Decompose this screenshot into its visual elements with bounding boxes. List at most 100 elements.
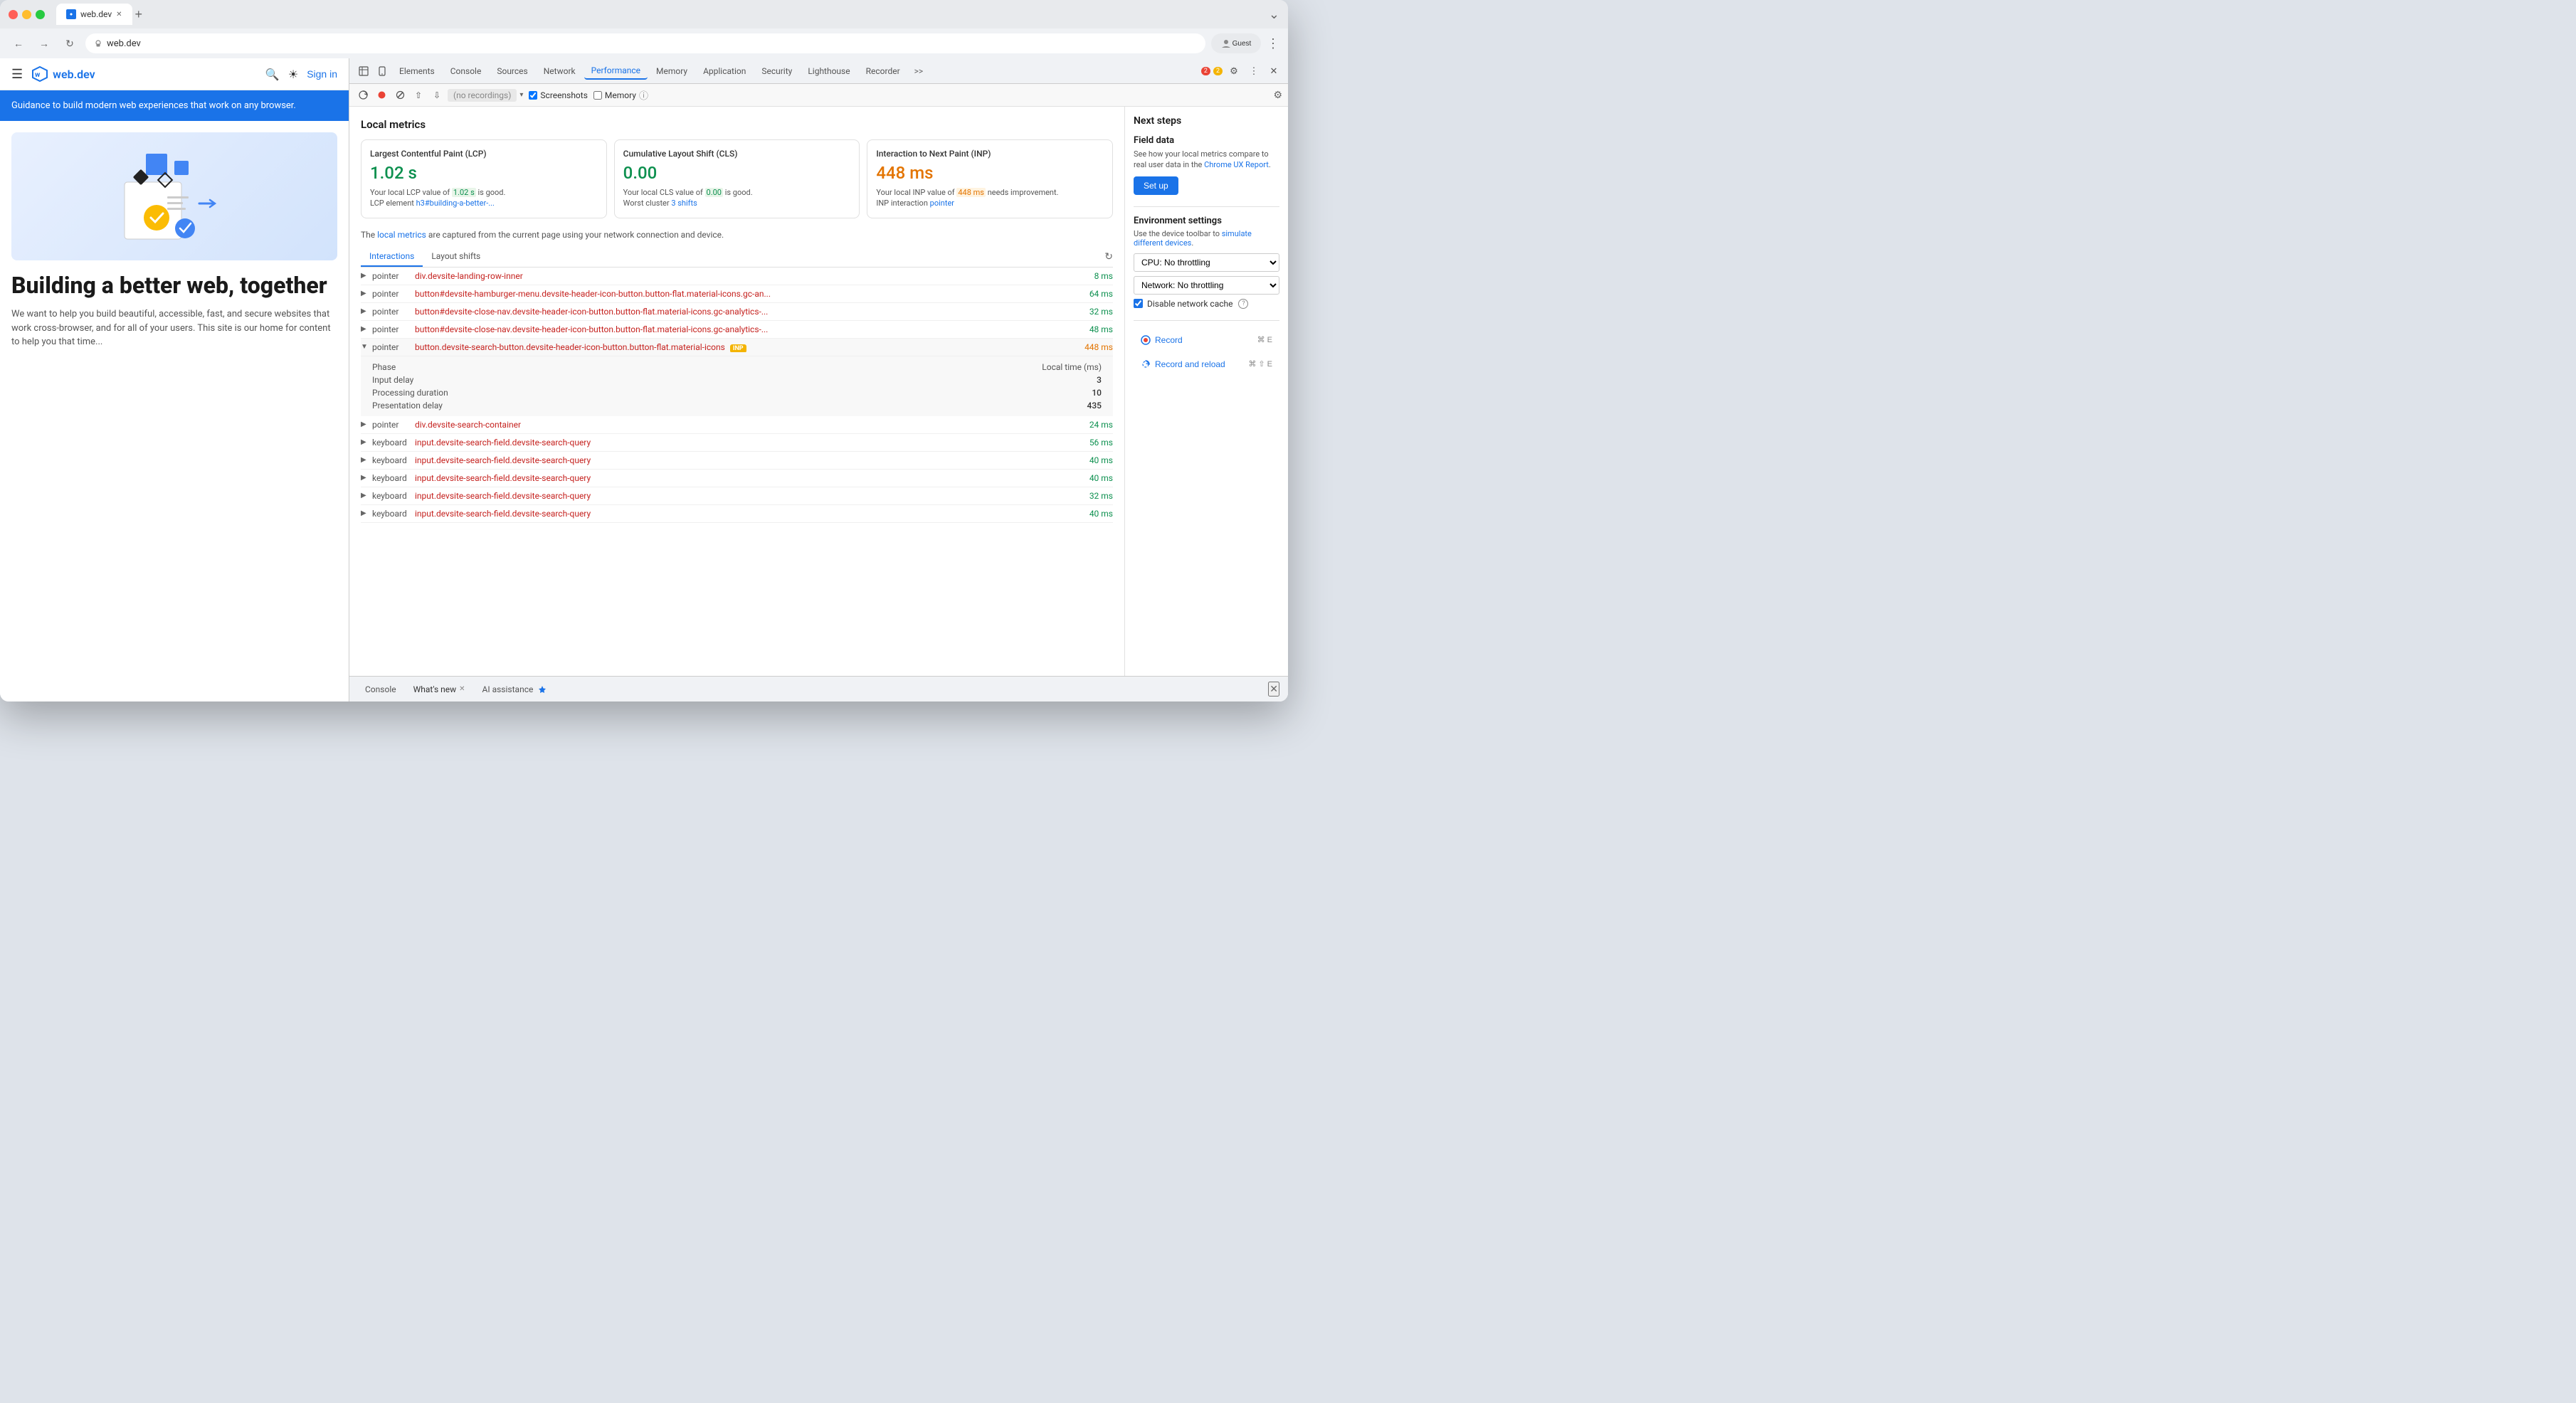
bottom-tab-console[interactable]: Console — [358, 682, 403, 697]
interaction-time-10: 32 ms — [1077, 491, 1113, 501]
webdev-logo-icon: w — [31, 65, 48, 83]
interaction-type-5: pointer — [372, 342, 415, 352]
stop-icon[interactable] — [392, 88, 408, 103]
browser-tab[interactable]: web.dev ✕ — [56, 4, 132, 25]
console-tab-label: Console — [365, 684, 396, 694]
disable-cache-checkbox[interactable] — [1134, 299, 1143, 308]
minimize-button[interactable] — [22, 10, 31, 19]
env-settings-section: Environment settings Use the device tool… — [1134, 216, 1279, 309]
dt-tab-network[interactable]: Network — [537, 63, 583, 79]
memory-checkbox[interactable] — [593, 91, 602, 100]
sign-in-button[interactable]: Sign in — [307, 68, 337, 80]
memory-info-icon[interactable]: ⓘ — [639, 88, 648, 102]
interaction-time-8: 40 ms — [1077, 455, 1113, 465]
theme-icon[interactable]: ☀ — [288, 68, 298, 81]
address-bar[interactable]: web.dev — [85, 33, 1205, 53]
site-banner: Guidance to build modern web experiences… — [0, 90, 349, 121]
close-bottom-bar-button[interactable]: ✕ — [1268, 682, 1279, 697]
inspect-element-icon[interactable] — [355, 63, 372, 80]
dt-tab-sources[interactable]: Sources — [490, 63, 534, 79]
close-button[interactable] — [9, 10, 18, 19]
refresh-interactions-icon[interactable]: ↻ — [1104, 251, 1113, 263]
tab-layout-shifts[interactable]: Layout shifts — [423, 247, 489, 267]
whats-new-tab-label: What's new — [413, 684, 457, 694]
more-tabs-icon[interactable]: >> — [909, 63, 929, 79]
dt-settings-icon[interactable]: ⚙ — [1225, 63, 1242, 80]
window-menu-button[interactable]: ⌄ — [1269, 7, 1279, 22]
lcp-name: Largest Contentful Paint (LCP) — [370, 149, 598, 159]
interaction-row-6[interactable]: ▶ pointer div.devsite-search-container 2… — [361, 416, 1113, 434]
dt-tab-lighthouse[interactable]: Lighthouse — [801, 63, 857, 79]
interaction-row-7[interactable]: ▶ keyboard input.devsite-search-field.de… — [361, 434, 1113, 452]
dt-tab-security[interactable]: Security — [754, 63, 799, 79]
search-icon[interactable]: 🔍 — [265, 68, 280, 81]
new-tab-button[interactable]: + — [135, 7, 143, 22]
disable-cache-help-icon[interactable]: ? — [1238, 299, 1248, 309]
record-reload-label: Record and reload — [1155, 359, 1225, 369]
interaction-row-4[interactable]: ▶ pointer button#devsite-close-nav.devsi… — [361, 321, 1113, 339]
bottom-tab-ai[interactable]: AI assistance — [475, 682, 554, 697]
interaction-time-9: 40 ms — [1077, 473, 1113, 483]
local-metrics-link[interactable]: local metrics — [377, 230, 426, 240]
chrome-ux-report-link[interactable]: Chrome UX Report — [1204, 160, 1269, 169]
expand-icon-7: ▶ — [361, 438, 372, 446]
record-icon[interactable] — [374, 88, 389, 103]
maximize-button[interactable] — [36, 10, 45, 19]
interaction-row-3[interactable]: ▶ pointer button#devsite-close-nav.devsi… — [361, 303, 1113, 321]
back-button[interactable]: ← — [9, 33, 28, 53]
dt-tab-console[interactable]: Console — [443, 63, 489, 79]
interaction-row-2[interactable]: ▶ pointer button#devsite-hamburger-menu.… — [361, 285, 1113, 303]
dt-tab-recorder[interactable]: Recorder — [859, 63, 907, 79]
interaction-row-8[interactable]: ▶ keyboard input.devsite-search-field.de… — [361, 452, 1113, 470]
interaction-row-11[interactable]: ▶ keyboard input.devsite-search-field.de… — [361, 505, 1113, 523]
dt-tab-elements[interactable]: Elements — [392, 63, 442, 79]
screenshots-checkbox[interactable] — [529, 91, 537, 100]
cpu-throttling-select[interactable]: CPU: No throttling 4x slowdown 6x slowdo… — [1134, 253, 1279, 272]
setup-button[interactable]: Set up — [1134, 176, 1178, 195]
dt-more-menu-icon[interactable]: ⋮ — [1245, 63, 1262, 80]
cls-shifts-link[interactable]: 3 shifts — [671, 198, 697, 208]
field-data-desc: See how your local metrics compare to re… — [1134, 149, 1279, 171]
bottom-tab-whats-new[interactable]: What's new ✕ — [406, 682, 473, 697]
interaction-selector-5: button.devsite-search-button.devsite-hea… — [415, 342, 1077, 352]
hamburger-icon[interactable]: ☰ — [11, 67, 23, 82]
forward-button[interactable]: → — [34, 33, 54, 53]
inp-badge: INP — [730, 344, 746, 352]
interaction-time-2: 64 ms — [1077, 289, 1113, 299]
record-reload-button[interactable]: Record and reload ⌘ ⇧ E — [1134, 354, 1279, 375]
tab-bar: web.dev ✕ + — [56, 4, 1263, 25]
interaction-row-10[interactable]: ▶ keyboard input.devsite-search-field.de… — [361, 487, 1113, 505]
browser-menu-button[interactable]: ⋮ — [1267, 36, 1279, 51]
profile-button[interactable]: Guest — [1211, 33, 1261, 53]
interaction-time-7: 56 ms — [1077, 438, 1113, 448]
interaction-row-5[interactable]: ▼ pointer button.devsite-search-button.d… — [361, 339, 1113, 356]
dt-tab-application[interactable]: Application — [696, 63, 753, 79]
reload-button[interactable]: ↻ — [60, 33, 80, 53]
whats-new-close-icon[interactable]: ✕ — [459, 685, 465, 693]
dt-close-icon[interactable]: ✕ — [1265, 63, 1282, 80]
record-icon — [1141, 335, 1151, 345]
interaction-row-1[interactable]: ▶ pointer div.devsite-landing-row-inner … — [361, 268, 1113, 285]
network-throttling-select[interactable]: Network: No throttling Fast 3G Slow 3G — [1134, 276, 1279, 295]
cls-desc: Your local CLS value of 0.00 is good. — [623, 187, 851, 198]
record-button[interactable]: Record ⌘ E — [1134, 329, 1279, 351]
recording-dropdown-arrow[interactable]: ▾ — [519, 91, 523, 99]
upload-icon[interactable]: ⇧ — [411, 88, 426, 103]
inp-interaction-link[interactable]: pointer — [930, 198, 954, 208]
interaction-row-9[interactable]: ▶ keyboard input.devsite-search-field.de… — [361, 470, 1113, 487]
interactions-table: ▶ pointer div.devsite-landing-row-inner … — [361, 268, 1113, 665]
performance-settings-icon[interactable]: ⚙ — [1273, 90, 1282, 101]
close-tab-icon[interactable]: ✕ — [116, 11, 122, 18]
site-logo[interactable]: w web.dev — [31, 65, 95, 83]
device-toolbar-icon[interactable] — [374, 63, 391, 80]
dt-tab-performance[interactable]: Performance — [584, 63, 648, 80]
interaction-selector-11: input.devsite-search-field.devsite-searc… — [415, 509, 1077, 519]
download-icon[interactable]: ⇩ — [429, 88, 445, 103]
dt-tab-memory[interactable]: Memory — [649, 63, 695, 79]
dt-icons: 2 2 ⚙ ⋮ ✕ — [1201, 63, 1282, 80]
tab-interactions[interactable]: Interactions — [361, 247, 423, 267]
reload-record-icon[interactable] — [355, 88, 371, 103]
expand-icon-3: ▶ — [361, 307, 372, 315]
simulate-devices-link[interactable]: simulate different devices — [1134, 229, 1252, 248]
lcp-element-link[interactable]: h3#building-a-better-... — [416, 198, 495, 208]
